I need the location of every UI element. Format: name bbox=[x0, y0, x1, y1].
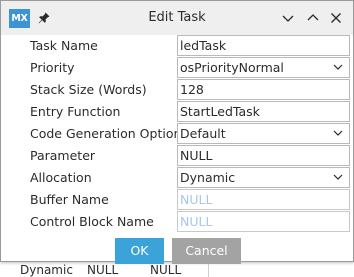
control-block-name-input: NULL bbox=[177, 211, 350, 232]
chevron-down-icon[interactable] bbox=[281, 11, 295, 25]
chevron-up-icon[interactable] bbox=[306, 11, 320, 25]
priority-select[interactable]: osPriorityNormal bbox=[177, 57, 350, 78]
form-row-buffer-name: Buffer Name NULL bbox=[1, 189, 353, 211]
control-block-name-label: Control Block Name bbox=[30, 214, 154, 229]
form-row-control-block-name: Control Block Name NULL bbox=[1, 211, 353, 233]
task-name-input[interactable]: ledTask bbox=[177, 35, 350, 56]
chevron-down-icon bbox=[333, 174, 343, 180]
parameter-input[interactable]: NULL bbox=[177, 145, 350, 166]
dialog-title: Edit Task bbox=[148, 10, 206, 25]
priority-label: Priority bbox=[30, 60, 75, 75]
code-generation-select[interactable]: Default bbox=[177, 123, 350, 144]
cancel-button[interactable]: Cancel bbox=[172, 238, 241, 264]
ok-button[interactable]: OK bbox=[115, 238, 164, 264]
edit-task-dialog: MX Edit Task Task Name ledTask Priority … bbox=[0, 0, 354, 264]
form-row-code-generation: Code Generation Option Default bbox=[1, 123, 353, 145]
form-row-stack-size: Stack Size (Words) 128 bbox=[1, 79, 353, 101]
allocation-select[interactable]: Dynamic bbox=[177, 167, 350, 188]
background-cell: Dynamic bbox=[20, 263, 73, 277]
chevron-down-icon bbox=[333, 130, 343, 136]
form-row-entry-function: Entry Function StartLedTask bbox=[1, 101, 353, 123]
stack-size-label: Stack Size (Words) bbox=[30, 82, 147, 97]
title-bar[interactable]: MX Edit Task bbox=[1, 1, 353, 35]
background-cell: NULL bbox=[150, 263, 182, 277]
form-row-task-name: Task Name ledTask bbox=[1, 35, 353, 57]
form-row-allocation: Allocation Dynamic bbox=[1, 167, 353, 189]
code-generation-value: Default bbox=[180, 126, 226, 141]
chevron-down-icon bbox=[333, 64, 343, 70]
task-name-label: Task Name bbox=[30, 38, 98, 53]
close-icon[interactable] bbox=[329, 11, 343, 25]
code-generation-label: Code Generation Option bbox=[30, 126, 182, 141]
form-row-priority: Priority osPriorityNormal bbox=[1, 57, 353, 79]
background-cell: NULL bbox=[87, 263, 119, 277]
allocation-value: Dynamic bbox=[180, 170, 236, 185]
form-area: Task Name ledTask Priority osPriorityNor… bbox=[1, 35, 353, 261]
buffer-name-input: NULL bbox=[177, 189, 350, 210]
stack-size-input[interactable]: 128 bbox=[177, 79, 350, 100]
priority-value: osPriorityNormal bbox=[180, 60, 284, 75]
buffer-name-label: Buffer Name bbox=[30, 192, 109, 207]
form-row-parameter: Parameter NULL bbox=[1, 145, 353, 167]
entry-function-input[interactable]: StartLedTask bbox=[177, 101, 350, 122]
parameter-label: Parameter bbox=[30, 148, 96, 163]
allocation-label: Allocation bbox=[30, 170, 92, 185]
entry-function-label: Entry Function bbox=[30, 104, 121, 119]
